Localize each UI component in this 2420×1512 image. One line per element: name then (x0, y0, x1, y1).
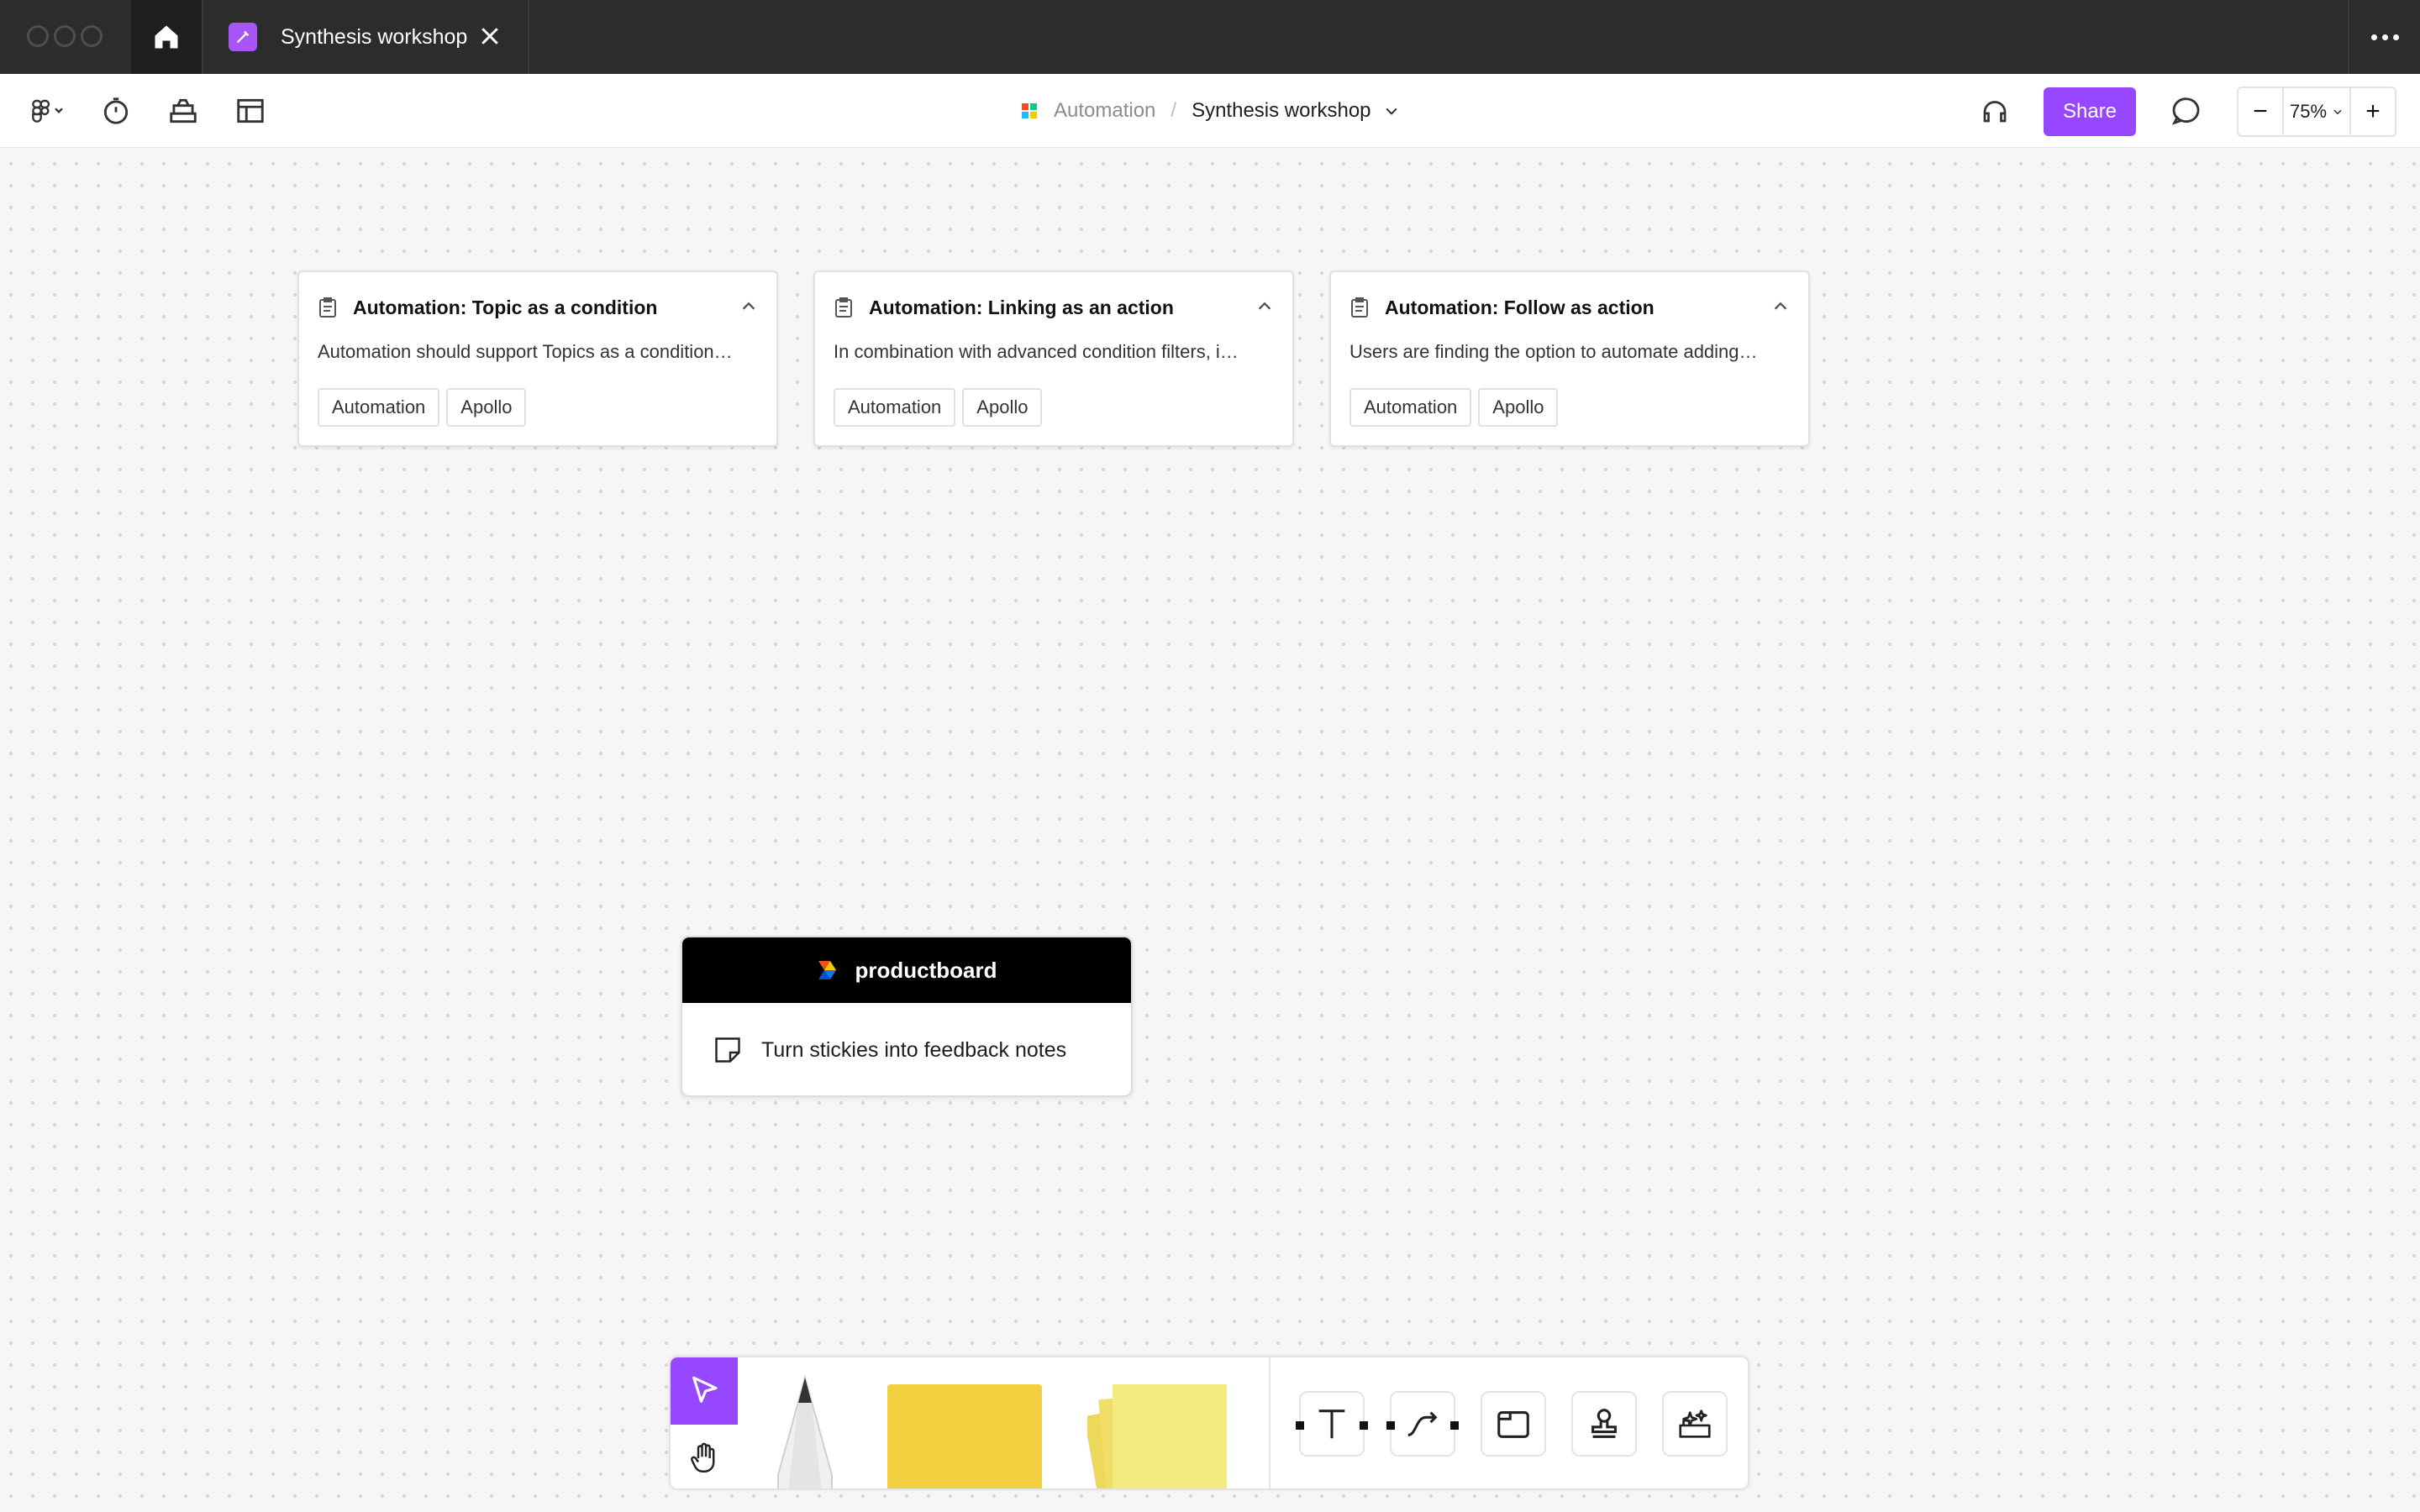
file-name[interactable]: Synthesis workshop (1192, 99, 1370, 123)
tag[interactable]: Apollo (446, 388, 527, 427)
breadcrumb: Automation / Synthesis workshop (1022, 92, 1400, 129)
sticky-stack-tool[interactable] (1087, 1383, 1230, 1490)
sticky-note-icon (715, 1037, 740, 1063)
card-title: Automation: Linking as an action (869, 296, 1174, 318)
breadcrumb-separator: / (1171, 99, 1177, 122)
convert-stickies-action[interactable]: Turn stickies into feedback notes (682, 1003, 1131, 1095)
insight-card[interactable]: Automation: Linking as an action In comb… (813, 270, 1294, 447)
zoom-in-button[interactable]: + (2351, 88, 2395, 135)
action-label: Turn stickies into feedback notes (761, 1037, 1067, 1062)
timer-icon[interactable] (97, 92, 134, 129)
clipboard-icon (835, 297, 852, 318)
chevron-up-icon[interactable] (1255, 297, 1274, 316)
tool-palette (669, 1356, 1749, 1490)
project-icon (1022, 103, 1037, 118)
card-description: Users are finding the option to automate… (1349, 341, 1758, 362)
widgets-sparkle-icon (1679, 1410, 1711, 1438)
connector-tool[interactable] (1386, 1391, 1459, 1457)
tag[interactable]: Apollo (1478, 388, 1559, 427)
audio-headphones-icon[interactable] (1976, 92, 2013, 129)
zoom-level-dropdown[interactable]: 75% (2282, 88, 2351, 135)
card-description: In combination with advanced condition f… (834, 341, 1239, 362)
more-options-icon[interactable] (2348, 0, 2420, 74)
chevron-down-icon[interactable] (1383, 102, 1400, 119)
document-tab[interactable]: Synthesis workshop (202, 0, 529, 74)
zoom-level: 75% (2289, 101, 2328, 122)
tag[interactable]: Automation (834, 388, 956, 427)
connector-arrow-icon (1407, 1411, 1438, 1436)
productboard-widget[interactable]: productboard Turn stickies into feedback… (681, 936, 1133, 1097)
layout-icon[interactable] (232, 92, 269, 129)
breadcrumb-parent[interactable]: Automation (1054, 99, 1155, 123)
hand-tool[interactable] (671, 1425, 738, 1488)
chevron-up-icon[interactable] (739, 297, 758, 316)
section-frame-icon (1497, 1411, 1529, 1438)
share-button[interactable]: Share (2044, 87, 2136, 136)
section-tool[interactable] (1481, 1391, 1546, 1457)
pen-tool[interactable] (763, 1374, 847, 1490)
hand-icon (691, 1442, 715, 1473)
productboard-logo-icon (818, 961, 836, 979)
card-description: Automation should support Topics as a co… (318, 341, 733, 362)
sticky-note-tool[interactable] (887, 1384, 1042, 1488)
insight-card[interactable]: Automation: Follow as action Users are f… (1329, 270, 1810, 447)
chevron-up-icon[interactable] (1771, 297, 1790, 316)
widgets-tool[interactable] (1662, 1391, 1728, 1457)
home-icon (155, 25, 178, 49)
zoom-controls: − 75% + (2237, 87, 2396, 137)
home-tab[interactable] (131, 0, 202, 74)
zoom-out-button[interactable]: − (2238, 88, 2282, 135)
chevron-down-icon (2333, 109, 2342, 115)
main-toolbar: Automation / Synthesis workshop Share − … (0, 74, 2420, 148)
stamp-icon (1591, 1409, 1617, 1438)
comment-icon[interactable] (2168, 92, 2205, 129)
tag[interactable]: Automation (318, 388, 440, 427)
insight-card[interactable]: Automation: Topic as a condition Automat… (297, 270, 778, 447)
figjam-file-icon (229, 23, 257, 51)
app-titlebar: Synthesis workshop (0, 0, 2420, 74)
window-minimize-control[interactable] (54, 25, 76, 47)
card-title: Automation: Follow as action (1385, 296, 1655, 318)
cursor-arrow-icon (692, 1376, 718, 1403)
stamp-tool[interactable] (1571, 1391, 1637, 1457)
widget-brand: productboard (855, 957, 997, 983)
card-title: Automation: Topic as a condition (353, 296, 658, 318)
figjam-menu-icon[interactable] (27, 92, 71, 129)
palette-divider (1269, 1357, 1270, 1488)
stamp-tray-icon[interactable] (165, 92, 202, 129)
widget-header: productboard (682, 937, 1131, 1003)
text-tool[interactable] (1296, 1391, 1368, 1457)
text-icon (1318, 1410, 1345, 1439)
select-tool[interactable] (671, 1357, 738, 1425)
clipboard-icon (1351, 297, 1368, 318)
window-close-control[interactable] (27, 25, 49, 47)
tag[interactable]: Apollo (962, 388, 1043, 427)
tab-title: Synthesis workshop (281, 24, 468, 49)
window-maximize-control[interactable] (81, 25, 103, 47)
tag[interactable]: Automation (1349, 388, 1472, 427)
close-tab-icon[interactable] (477, 24, 502, 49)
clipboard-icon (319, 297, 336, 318)
